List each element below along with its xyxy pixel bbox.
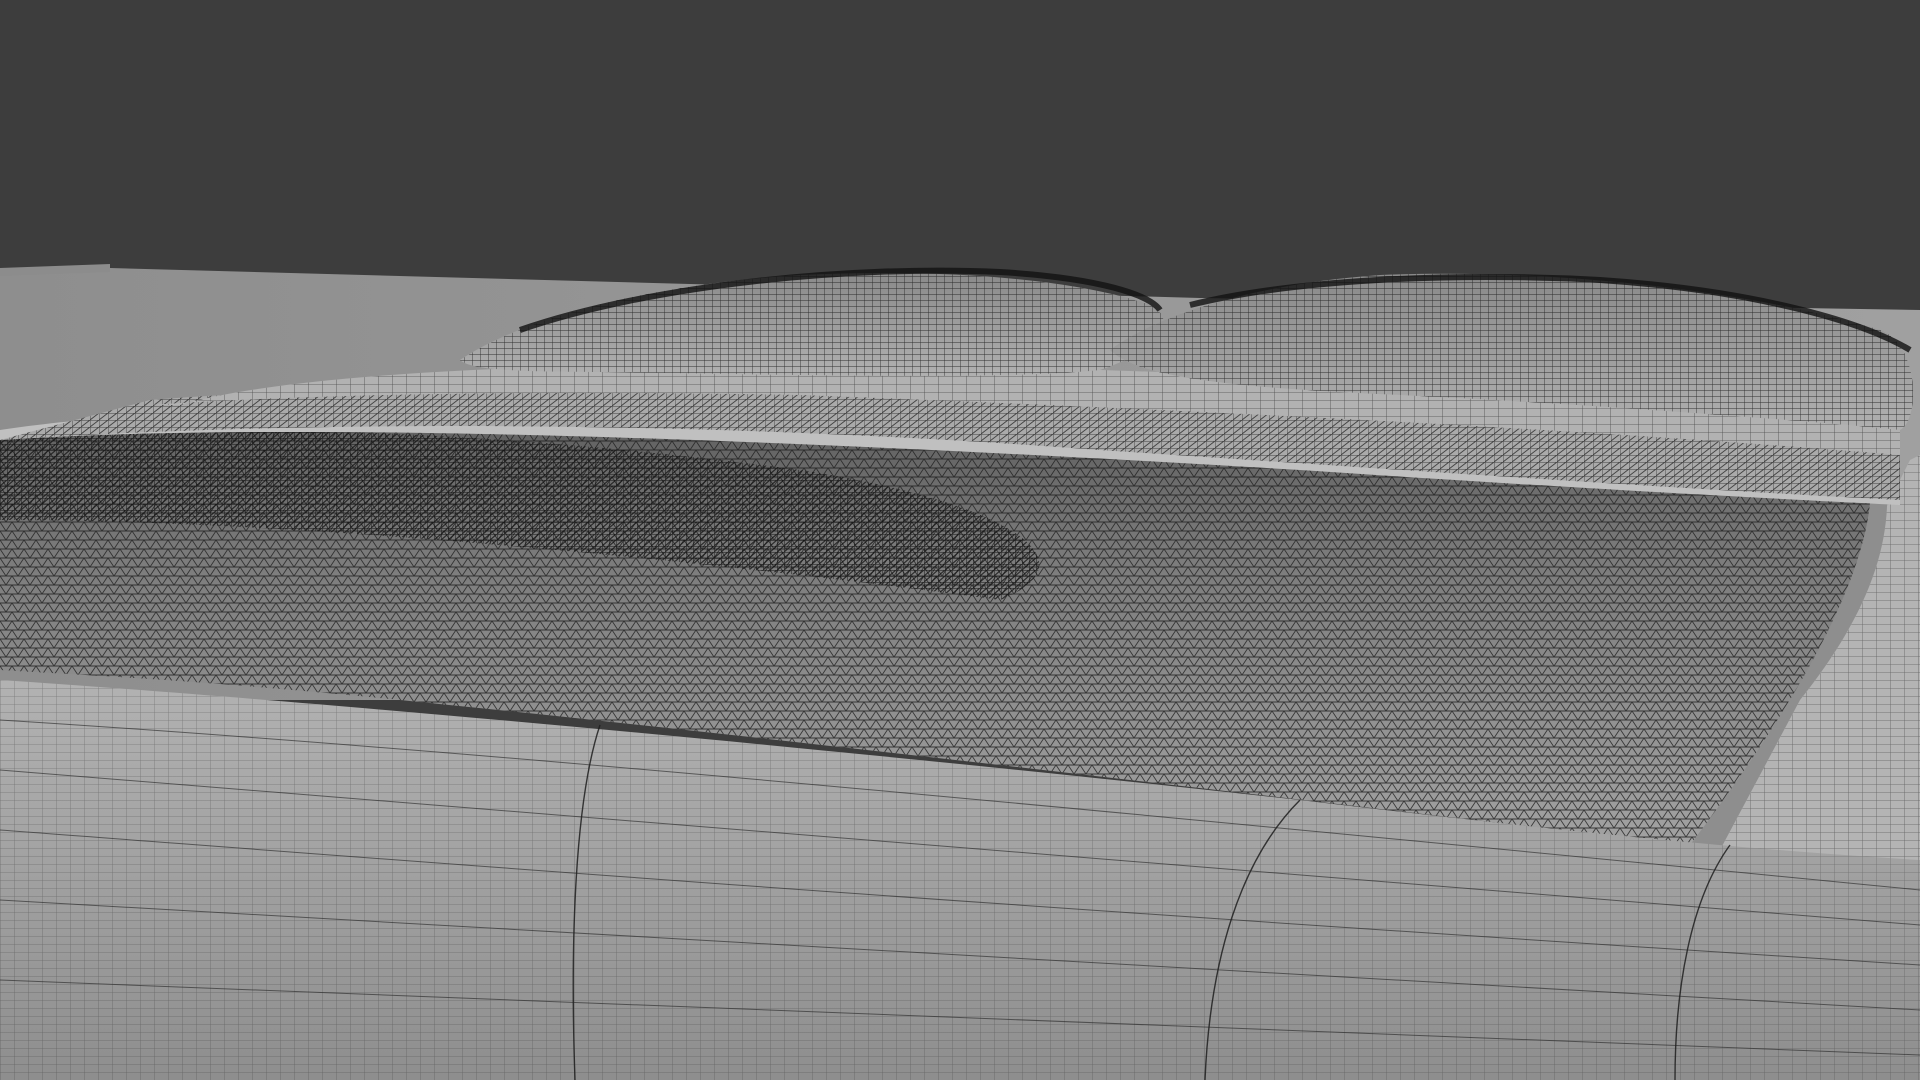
render-viewport bbox=[0, 0, 1920, 1080]
